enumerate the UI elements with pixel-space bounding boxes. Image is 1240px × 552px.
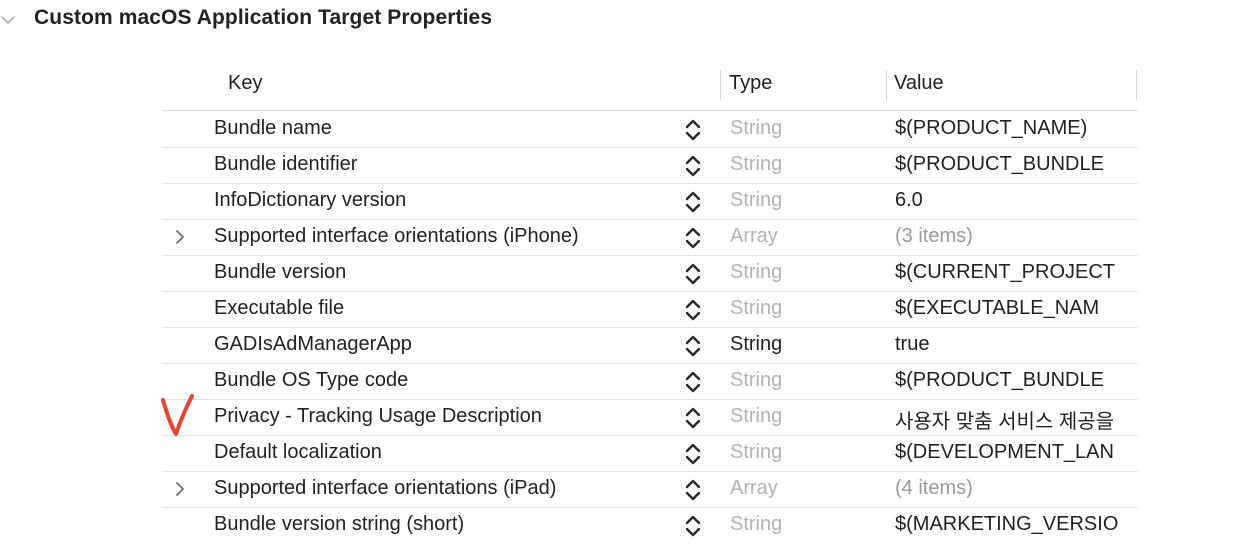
type-stepper-icon[interactable] <box>682 153 704 179</box>
row-key[interactable]: Bundle version <box>214 261 346 284</box>
section-header[interactable]: Custom macOS Application Target Properti… <box>0 0 1240 44</box>
row-value[interactable]: (4 items) <box>895 477 1123 500</box>
column-separator[interactable] <box>886 70 887 100</box>
chevron-down-icon[interactable] <box>0 12 16 28</box>
row-type[interactable]: Array <box>730 477 778 500</box>
table-row[interactable]: Bundle identifier String $(PRODUCT_BUNDLE <box>162 147 1138 184</box>
row-type[interactable]: Array <box>730 225 778 248</box>
row-key[interactable]: Supported interface orientations (iPad) <box>214 477 556 500</box>
row-key[interactable]: Default localization <box>214 441 382 464</box>
row-key[interactable]: GADIsAdManagerApp <box>214 333 412 356</box>
table-row[interactable]: Privacy - Tracking Usage Description Stri… <box>162 399 1138 436</box>
table-row[interactable]: Default localization String $(DEVELOPMENT_… <box>162 435 1138 472</box>
column-header-value[interactable]: Value <box>894 72 944 95</box>
type-stepper-icon[interactable] <box>682 189 704 215</box>
table-row[interactable]: InfoDictionary version String 6.0 <box>162 183 1138 220</box>
table-row[interactable]: Executable file String $(EXECUTABLE_NAM <box>162 291 1138 328</box>
type-stepper-icon[interactable] <box>682 477 704 503</box>
row-key[interactable]: Bundle OS Type code <box>214 369 408 392</box>
row-value[interactable]: (3 items) <box>895 225 1123 248</box>
red-checkmark-icon <box>161 394 194 436</box>
type-stepper-icon[interactable] <box>682 297 704 323</box>
row-type[interactable]: String <box>730 333 782 356</box>
row-key[interactable]: Executable file <box>214 297 344 320</box>
table-row[interactable]: Supported interface orientations (iPad) A… <box>162 471 1138 508</box>
row-type[interactable]: String <box>730 261 782 284</box>
type-stepper-icon[interactable] <box>682 225 704 251</box>
row-value[interactable]: $(PRODUCT_BUNDLE <box>895 153 1123 176</box>
row-key[interactable]: Bundle version string (short) <box>214 513 464 536</box>
disclosure-chevron-icon[interactable] <box>172 229 188 245</box>
table-row[interactable]: Bundle name String $(PRODUCT_NAME) <box>162 111 1138 148</box>
row-value[interactable]: $(CURRENT_PROJECT <box>895 261 1123 284</box>
table-row[interactable]: Bundle version String $(CURRENT_PROJECT <box>162 255 1138 292</box>
row-type[interactable]: String <box>730 117 782 140</box>
table-row[interactable]: Bundle OS Type code String $(PRODUCT_BUNDL… <box>162 363 1138 400</box>
row-value[interactable]: 사용자 맞춤 서비스 제공을 <box>895 405 1123 434</box>
row-value[interactable]: $(DEVELOPMENT_LAN <box>895 441 1123 464</box>
row-value[interactable]: $(PRODUCT_BUNDLE <box>895 369 1123 392</box>
row-key[interactable]: Bundle identifier <box>214 153 357 176</box>
table-row[interactable]: GADIsAdManagerApp String true <box>162 327 1138 364</box>
row-type[interactable]: String <box>730 369 782 392</box>
row-type[interactable]: String <box>730 441 782 464</box>
column-header-key[interactable]: Key <box>228 72 262 95</box>
table-row[interactable]: Bundle version string (short) String $(MAR… <box>162 507 1138 543</box>
type-stepper-icon[interactable] <box>682 117 704 143</box>
row-value[interactable]: true <box>895 333 1123 356</box>
type-stepper-icon[interactable] <box>682 513 704 539</box>
column-header-type[interactable]: Type <box>729 72 772 95</box>
table-row[interactable]: Supported interface orientations (iPhone… <box>162 219 1138 256</box>
row-key[interactable]: Bundle name <box>214 117 332 140</box>
row-key[interactable]: InfoDictionary version <box>214 189 406 212</box>
row-key[interactable]: Privacy - Tracking Usage Description <box>214 405 542 428</box>
type-stepper-icon[interactable] <box>682 441 704 467</box>
row-type[interactable]: String <box>730 189 782 212</box>
properties-table: Key Type Value Bundle name String $(PRODUC… <box>162 66 1138 552</box>
row-value[interactable]: $(MARKETING_VERSIO <box>895 513 1123 536</box>
section-title: Custom macOS Application Target Properti… <box>34 6 493 29</box>
column-separator[interactable] <box>720 70 721 100</box>
row-value[interactable]: $(EXECUTABLE_NAM <box>895 297 1123 320</box>
type-stepper-icon[interactable] <box>682 261 704 287</box>
row-type[interactable]: String <box>730 297 782 320</box>
column-header-row: Key Type Value <box>162 66 1138 111</box>
row-value[interactable]: $(PRODUCT_NAME) <box>895 117 1123 140</box>
row-value[interactable]: 6.0 <box>895 189 1123 212</box>
row-key[interactable]: Supported interface orientations (iPhone… <box>214 225 579 248</box>
row-type[interactable]: String <box>730 513 782 536</box>
column-separator[interactable] <box>1136 70 1137 100</box>
type-stepper-icon[interactable] <box>682 405 704 431</box>
type-stepper-icon[interactable] <box>682 333 704 359</box>
type-stepper-icon[interactable] <box>682 369 704 395</box>
disclosure-chevron-icon[interactable] <box>172 481 188 497</box>
row-type[interactable]: String <box>730 153 782 176</box>
row-type[interactable]: String <box>730 405 782 428</box>
